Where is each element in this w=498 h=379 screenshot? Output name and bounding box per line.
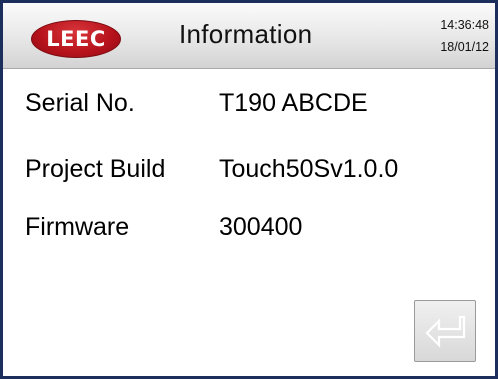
return-arrow-icon <box>425 315 466 348</box>
clock: 14:36:48 18/01/12 <box>440 14 489 58</box>
clock-time: 14:36:48 <box>440 18 489 32</box>
page-title: Information <box>179 19 313 49</box>
firmware-label: Firmware <box>25 213 130 241</box>
serial-value: T190 ABCDE <box>219 89 368 117</box>
device-screen: LEEC Information 14:36:48 18/01/12 Seria… <box>0 0 498 379</box>
serial-label: Serial No. <box>25 89 135 117</box>
firmware-value: 300400 <box>219 213 303 241</box>
enter-button[interactable] <box>414 300 476 362</box>
leec-logo: LEEC <box>31 20 121 58</box>
project-build-label: Project Build <box>25 155 166 183</box>
project-build-value: Touch50Sv1.0.0 <box>219 155 399 183</box>
logo-text: LEEC <box>46 27 106 51</box>
header-bar: LEEC Information 14:36:48 18/01/12 <box>3 3 495 69</box>
clock-date: 18/01/12 <box>440 40 489 54</box>
